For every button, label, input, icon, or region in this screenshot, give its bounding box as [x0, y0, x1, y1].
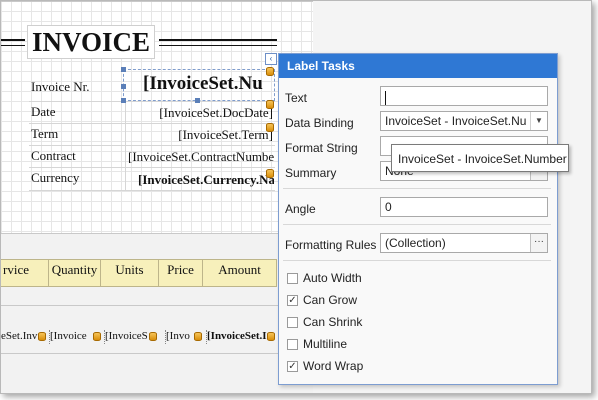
invoice-title-label[interactable]: INVOICE [27, 25, 155, 59]
word-wrap-checkbox[interactable]: ✓ [287, 361, 298, 372]
row-divider [29, 123, 275, 124]
panel-separator [283, 224, 551, 225]
report-design-surface[interactable]: INVOICE Invoice Nr. Date Term Contract C… [1, 1, 313, 393]
database-cylinder-icon [194, 332, 202, 341]
row-divider [29, 167, 275, 168]
column-divider [125, 101, 126, 190]
checkmark-icon: ✓ [288, 361, 297, 372]
database-cylinder-icon [266, 100, 274, 109]
panel-separator [283, 260, 551, 261]
title-rule-left [1, 45, 25, 46]
title-rule-left [1, 39, 25, 41]
detail-band-area[interactable] [1, 233, 313, 393]
formatting-rules-ellipsis-button[interactable]: ··· [530, 234, 547, 252]
title-rule-right [159, 45, 277, 46]
formatting-rules-field[interactable]: (Collection) ··· [380, 233, 548, 253]
label-currency[interactable]: Currency [31, 170, 79, 186]
band-separator [1, 233, 313, 234]
table-header-quantity[interactable]: Quantity [49, 259, 101, 287]
can-grow-label[interactable]: Can Grow [303, 293, 357, 307]
database-cylinder-icon [38, 332, 46, 341]
designer-window: INVOICE Invoice Nr. Date Term Contract C… [0, 0, 592, 394]
label-contract[interactable]: Contract [31, 148, 76, 164]
band-separator [1, 1, 313, 2]
chevron-down-icon[interactable]: ▼ [530, 112, 547, 130]
label-tasks-panel: Label Tasks Text Data Binding InvoiceSet… [278, 53, 558, 385]
can-shrink-checkbox[interactable] [287, 317, 298, 328]
multiline-checkbox[interactable] [287, 339, 298, 350]
panel-separator [283, 188, 551, 189]
auto-width-checkbox[interactable] [287, 273, 298, 284]
text-cursor [385, 91, 386, 105]
data-binding-tooltip: InvoiceSet - InvoiceSet.Number [391, 144, 569, 172]
formatting-rules-label: Formatting Rules [285, 238, 377, 252]
data-binding-dropdown[interactable]: InvoiceSet - InvoiceSet.Nu ▼ [380, 111, 548, 131]
table-header-price[interactable]: Price [159, 259, 203, 287]
data-binding-value: InvoiceSet - InvoiceSet.Nu [385, 114, 527, 128]
panel-title: Label Tasks [279, 54, 557, 78]
resize-handle[interactable] [121, 98, 126, 103]
database-cylinder-icon [266, 67, 274, 76]
band-separator [1, 353, 313, 354]
word-wrap-label[interactable]: Word Wrap [303, 359, 363, 373]
checkmark-icon: ✓ [288, 295, 297, 306]
field-doc-date[interactable]: [InvoiceSet.DocDate] [131, 105, 273, 121]
title-rule-right [159, 39, 277, 41]
text-input[interactable] [380, 86, 548, 106]
table-header-units[interactable]: Units [101, 259, 159, 287]
resize-handle[interactable] [121, 84, 126, 89]
multiline-label[interactable]: Multiline [303, 337, 347, 351]
database-cylinder-icon [267, 332, 275, 341]
field-term[interactable]: [InvoiceSet.Term] [131, 127, 273, 143]
angle-input[interactable]: 0 [380, 197, 548, 217]
chevron-left-icon[interactable]: ‹ [265, 53, 277, 65]
label-term[interactable]: Term [31, 126, 58, 142]
label-invoice-nr[interactable]: Invoice Nr. [31, 79, 89, 95]
data-binding-label: Data Binding [285, 116, 354, 130]
angle-label: Angle [285, 202, 316, 216]
resize-handle[interactable] [121, 67, 126, 72]
detail-cell[interactable]: [InvoiceSet.I [206, 330, 275, 344]
auto-width-label[interactable]: Auto Width [303, 271, 362, 285]
summary-label: Summary [285, 166, 337, 180]
formatting-rules-value: (Collection) [385, 236, 446, 250]
row-divider [29, 190, 275, 191]
row-divider [29, 101, 275, 102]
band-separator [1, 305, 313, 306]
table-header-service[interactable]: rvice [1, 259, 49, 287]
row-divider [29, 145, 275, 146]
field-currency[interactable]: [InvoiceSet.Currency.Na [138, 172, 274, 188]
resize-handle[interactable] [195, 98, 200, 103]
database-cylinder-icon [93, 332, 101, 341]
field-invoice-number[interactable]: [InvoiceSet.Nu [127, 73, 273, 95]
text-label: Text [285, 91, 308, 105]
field-contract[interactable]: [InvoiceSet.ContractNumbe [128, 149, 274, 165]
database-cylinder-icon [266, 123, 274, 132]
label-date[interactable]: Date [31, 104, 56, 120]
table-header-amount[interactable]: Amount [203, 259, 277, 287]
can-grow-checkbox[interactable]: ✓ [287, 295, 298, 306]
database-cylinder-icon [149, 332, 157, 341]
can-shrink-label[interactable]: Can Shrink [303, 315, 362, 329]
format-string-label: Format String [285, 141, 358, 155]
database-cylinder-icon [266, 169, 274, 178]
